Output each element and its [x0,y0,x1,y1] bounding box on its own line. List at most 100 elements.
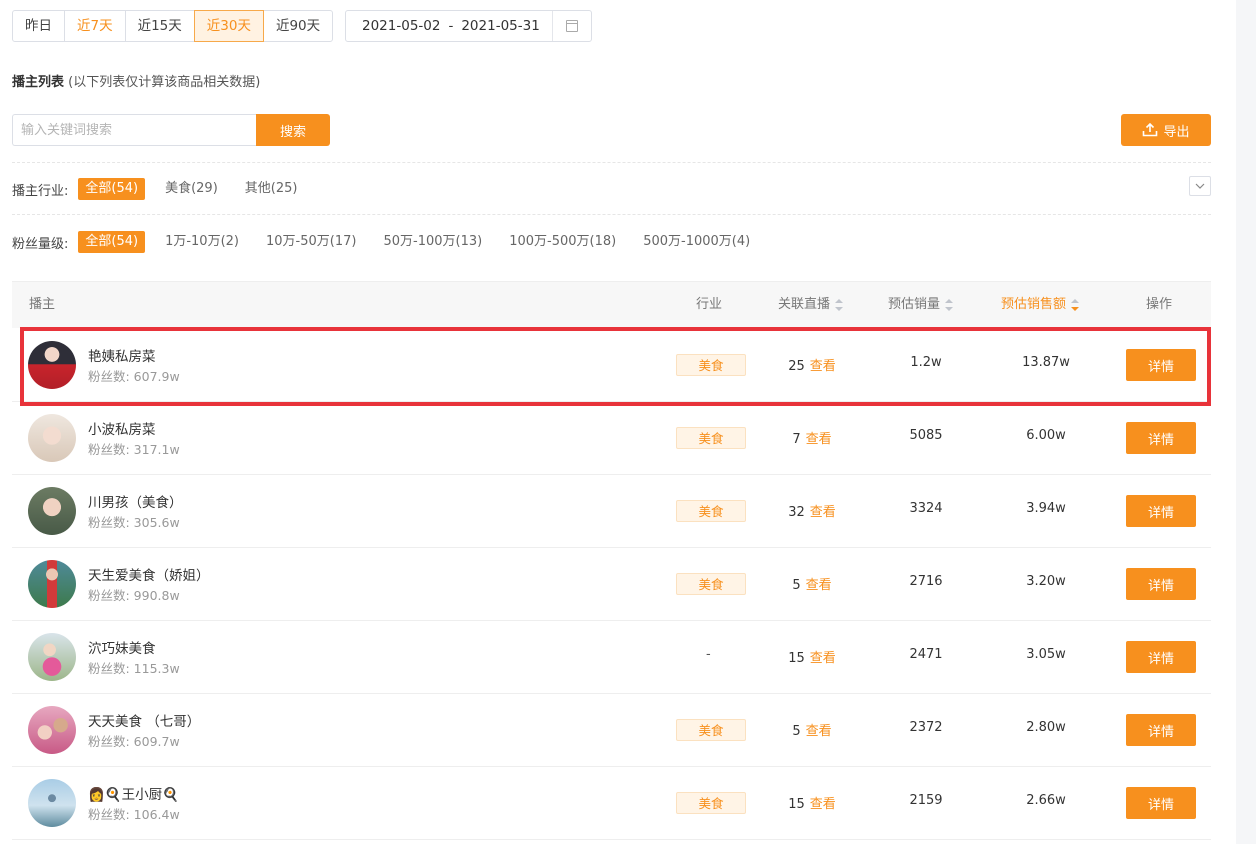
view-link[interactable]: 查看 [810,797,836,812]
upload-icon [1143,123,1158,137]
range-30-days[interactable]: 近30天 [193,10,264,42]
view-link[interactable]: 查看 [806,724,832,739]
estimated-amount: 3.94w [1026,501,1066,516]
range-90-days[interactable]: 近90天 [262,10,334,42]
anchor-name[interactable]: 泬巧妹美食 [88,637,156,657]
fans-option-1[interactable]: 1万-10万(2) [158,231,246,253]
estimated-sales: 3324 [909,501,943,516]
section-title: 播主列表 (以下列表仅计算该商品相关数据) [12,71,260,90]
col-live[interactable]: 关联直播 [778,282,844,328]
range-15-days[interactable]: 近15天 [124,10,195,42]
search-input[interactable] [12,114,257,146]
table-row: 天天美食 （七哥） 粉丝数: 609.7w 美食 5 查看 2372 2.80w … [12,693,1211,767]
live-number: 7 [792,432,801,447]
live-count: 15 查看 [752,793,872,812]
fans-count: 粉丝数: 106.4w [88,807,180,822]
industry-empty: - [706,647,711,662]
view-link[interactable]: 查看 [810,505,836,520]
fans-filter: 粉丝量级: 全部(54) 1万-10万(2) 10万-50万(17) 50万-1… [12,230,770,254]
anchor-name[interactable]: 👩🍳王小厨🍳 [88,783,179,803]
avatar[interactable] [28,560,76,608]
estimated-amount: 2.66w [1026,793,1066,808]
list-note: (以下列表仅计算该商品相关数据) [68,75,261,90]
live-count: 32 查看 [752,501,872,520]
highlight-frame [20,327,1211,406]
picker-divider [552,11,553,41]
estimated-sales: 2471 [909,647,943,662]
range-7-days[interactable]: 近7天 [64,10,126,42]
col-amount[interactable]: 预估销售额 [1001,282,1080,328]
col-live-label: 关联直播 [778,297,831,312]
industry-filter: 播主行业: 全部(54) 美食(29) 其他(25) [12,177,317,201]
detail-button[interactable]: 详情 [1126,787,1196,819]
export-button[interactable]: 导出 [1121,114,1211,146]
live-number: 5 [792,724,801,739]
avatar[interactable] [28,706,76,754]
chevron-down-icon [1195,183,1205,189]
fans-option-3[interactable]: 50万-100万(13) [376,231,489,253]
estimated-amount: 3.20w [1026,574,1066,589]
industry-tag: 美食 [676,792,746,814]
industry-option-other[interactable]: 其他(25) [238,178,305,200]
live-count: 5 查看 [752,720,872,739]
anchor-name[interactable]: 小波私房菜 [88,418,156,438]
divider [12,162,1211,163]
anchor-name[interactable]: 川男孩（美食） [88,491,183,511]
industry-tag: 美食 [676,719,746,741]
fans-option-all[interactable]: 全部(54) [78,231,146,253]
table-row: 川男孩（美食） 粉丝数: 305.6w 美食 32 查看 3324 3.94w 详… [12,474,1211,548]
detail-button[interactable]: 详情 [1126,714,1196,746]
page-scroll-gutter [1236,0,1256,844]
detail-button[interactable]: 详情 [1126,568,1196,600]
col-amount-label: 预估销售额 [1001,297,1067,312]
industry-option-food[interactable]: 美食(29) [158,178,225,200]
live-count: 5 查看 [752,574,872,593]
fans-count: 粉丝数: 990.8w [88,588,180,603]
col-sales[interactable]: 预估销量 [888,282,954,328]
sort-icon[interactable] [945,298,954,311]
fans-count: 粉丝数: 115.3w [88,661,180,676]
anchor-name[interactable]: 天生爱美食（娇姐） [88,564,210,584]
avatar[interactable] [28,779,76,827]
estimated-sales: 2159 [909,793,943,808]
view-link[interactable]: 查看 [806,578,832,593]
list-title: 播主列表 [12,75,65,90]
table-row: 天生爱美食（娇姐） 粉丝数: 990.8w 美食 5 查看 2716 3.20w … [12,547,1211,621]
range-yesterday[interactable]: 昨日 [12,10,65,42]
view-link[interactable]: 查看 [810,651,836,666]
anchor-name[interactable]: 天天美食 （七哥） [88,710,200,730]
estimated-amount: 3.05w [1026,647,1066,662]
live-number: 32 [788,505,805,520]
table-row: 小波私房菜 粉丝数: 317.1w 美食 7 查看 5085 6.00w 详情 [12,401,1211,475]
expand-filters-button[interactable] [1189,176,1211,196]
live-number: 15 [788,797,805,812]
view-link[interactable]: 查看 [806,432,832,447]
avatar[interactable] [28,414,76,462]
col-anchor: 播主 [29,297,56,312]
divider [12,214,1211,215]
avatar[interactable] [28,487,76,535]
date-range-tabs: 昨日 近7天 近15天 近30天 近90天 [12,10,334,42]
fans-option-5[interactable]: 500万-1000万(4) [636,231,757,253]
detail-button[interactable]: 详情 [1126,641,1196,673]
estimated-sales: 5085 [909,428,943,443]
fans-count: 粉丝数: 609.7w [88,734,180,749]
start-date: 2021-05-02 [362,18,441,34]
detail-button[interactable]: 详情 [1126,495,1196,527]
avatar[interactable] [28,633,76,681]
fans-count: 粉丝数: 317.1w [88,442,180,457]
calendar-icon[interactable] [566,20,578,32]
detail-button[interactable]: 详情 [1126,422,1196,454]
industry-tag: 美食 [676,573,746,595]
date-range-picker[interactable]: 2021-05-02 - 2021-05-31 [345,10,592,42]
search-button[interactable]: 搜索 [256,114,330,146]
fans-option-4[interactable]: 100万-500万(18) [502,231,623,253]
table-header: 播主 行业 关联直播 预估销量 预估销售额 操作 [12,281,1211,328]
estimated-sales: 2372 [909,720,943,735]
estimated-amount: 6.00w [1026,428,1066,443]
sort-desc-icon[interactable] [1071,298,1080,311]
fans-option-2[interactable]: 10万-50万(17) [259,231,363,253]
sort-icon[interactable] [835,298,844,311]
col-sales-label: 预估销量 [888,297,941,312]
industry-option-all[interactable]: 全部(54) [78,178,146,200]
